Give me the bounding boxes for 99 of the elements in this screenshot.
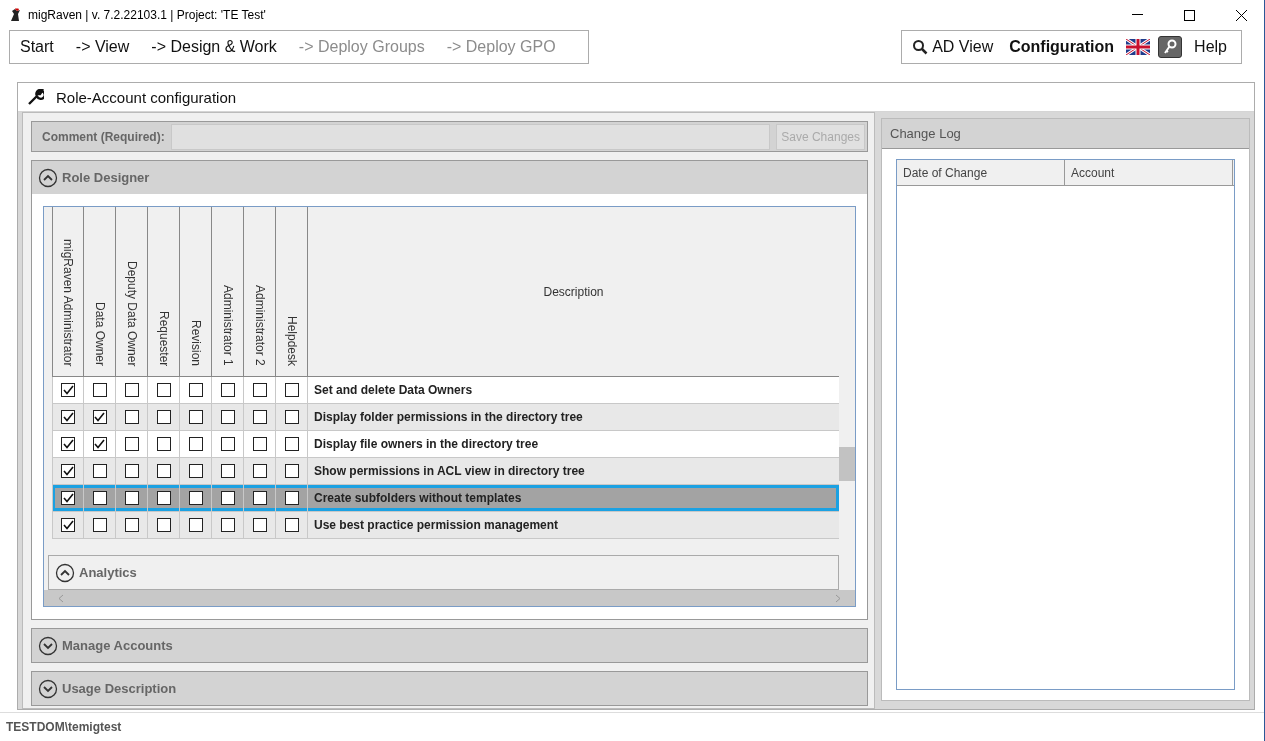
- checkbox[interactable]: [188, 491, 203, 505]
- section-header[interactable]: Manage Accounts: [32, 629, 867, 662]
- checkbox[interactable]: [124, 518, 139, 532]
- checkbox[interactable]: [92, 410, 107, 424]
- checkbox[interactable]: [284, 464, 299, 478]
- checkbox[interactable]: [220, 518, 235, 532]
- checkbox[interactable]: [252, 437, 267, 451]
- section-header[interactable]: Usage Description: [32, 672, 867, 705]
- chevron-icon: [38, 678, 58, 699]
- checkbox[interactable]: [188, 464, 203, 478]
- table-cell-text: Display folder permissions in the directory tree: [313, 409, 584, 426]
- checkbox[interactable]: [92, 464, 107, 478]
- checkbox[interactable]: [61, 383, 75, 397]
- table-cell-text: Create subfolders without templates: [313, 490, 523, 507]
- checkbox[interactable]: [284, 383, 299, 397]
- maximize-icon: [1183, 9, 1195, 21]
- checkbox[interactable]: [284, 491, 299, 505]
- checkbox[interactable]: [124, 410, 139, 424]
- table-cell-text: Set and delete Data Owners: [313, 382, 474, 399]
- checkbox[interactable]: [156, 518, 171, 532]
- chevron-icon: [38, 167, 58, 188]
- checkbox[interactable]: [220, 410, 235, 424]
- checkbox[interactable]: [252, 518, 267, 532]
- panel-title: Role-Account configuration: [56, 88, 237, 106]
- checkbox[interactable]: [124, 437, 139, 451]
- checkbox[interactable]: [220, 383, 235, 397]
- nav-link[interactable]: Start: [20, 38, 64, 56]
- column-header: Helpdesk: [284, 315, 299, 366]
- checkbox[interactable]: [252, 410, 267, 424]
- checkbox[interactable]: [61, 437, 75, 451]
- checkbox[interactable]: [61, 464, 75, 478]
- search-icon: [912, 39, 929, 55]
- checkbox[interactable]: [61, 518, 75, 532]
- key-icon: [1163, 39, 1178, 55]
- checkbox[interactable]: [284, 437, 299, 451]
- chevron-icon: [38, 635, 58, 656]
- table-row[interactable]: Use best practice permission management: [52, 512, 839, 539]
- column-header: Deputy Data Owner: [124, 260, 139, 366]
- wrench-icon: [28, 89, 44, 105]
- table-cell-text: Use best practice permission management: [313, 517, 560, 534]
- checkbox[interactable]: [284, 410, 299, 424]
- column-header: Requester: [156, 310, 171, 366]
- table-row[interactable]: Show permissions in ACL view in directory tree: [52, 458, 839, 485]
- checkbox[interactable]: [188, 410, 203, 424]
- checkbox[interactable]: [220, 464, 235, 478]
- column-header: Administrator 2: [252, 285, 267, 366]
- comment-label: Comment (Required):: [42, 129, 165, 144]
- comment-field[interactable]: [170, 123, 771, 150]
- nav-link[interactable]: -> Design & Work: [151, 38, 287, 56]
- checkbox[interactable]: [92, 437, 107, 451]
- table-cell-text: Show permissions in ACL view in directory tree: [313, 463, 586, 480]
- chevron-icon: [55, 562, 75, 583]
- checkbox[interactable]: [188, 518, 203, 532]
- column-header: Data Owner: [92, 301, 107, 366]
- checkbox[interactable]: [188, 437, 203, 451]
- key-button[interactable]: [1158, 36, 1183, 58]
- checkbox[interactable]: [124, 491, 139, 505]
- checkbox[interactable]: [61, 491, 75, 505]
- checkbox[interactable]: [92, 518, 107, 532]
- checkbox[interactable]: [220, 491, 235, 505]
- change-log-title: Change Log: [890, 126, 961, 141]
- checkbox[interactable]: [92, 491, 107, 505]
- table-row[interactable]: Display file owners in the directory tree: [52, 431, 839, 458]
- close-icon: [1235, 9, 1247, 21]
- checkbox[interactable]: [220, 437, 235, 451]
- raven-logo-icon: [8, 8, 22, 22]
- table-cell-text: Display file owners in the directory tree: [313, 436, 540, 453]
- checkbox[interactable]: [156, 437, 171, 451]
- checkbox[interactable]: [156, 410, 171, 424]
- minimize-icon: [1131, 14, 1143, 16]
- checkbox[interactable]: [284, 518, 299, 532]
- configuration-link[interactable]: Configuration: [1005, 38, 1119, 56]
- column-header: migRaven Administrator: [61, 238, 75, 366]
- checkbox[interactable]: [188, 383, 203, 397]
- section-header[interactable]: Role Designer: [32, 161, 867, 194]
- column-header: Account: [1065, 160, 1233, 185]
- checkbox[interactable]: [156, 383, 171, 397]
- checkbox[interactable]: [92, 383, 107, 397]
- column-header: Administrator 1: [220, 285, 235, 366]
- column-header: Description: [543, 284, 604, 299]
- checkbox[interactable]: [61, 410, 75, 424]
- checkbox[interactable]: [252, 491, 267, 505]
- table-row[interactable]: Create subfolders without templates: [52, 485, 839, 512]
- window-title: migRaven | v. 7.2.22103.1 | Project: 'TE Test': [28, 8, 267, 22]
- column-header: Date of Change: [897, 160, 1065, 185]
- checkbox[interactable]: [156, 491, 171, 505]
- table-row[interactable]: Display folder permissions in the directory tree: [52, 404, 839, 431]
- checkbox[interactable]: [252, 464, 267, 478]
- help-link[interactable]: Help: [1190, 38, 1231, 56]
- status-user: TESTDOM\temigtest: [6, 720, 122, 734]
- table-row[interactable]: Set and delete Data Owners: [52, 377, 839, 404]
- nav-link[interactable]: -> View: [75, 38, 140, 56]
- column-header: Revision: [188, 319, 203, 366]
- checkbox[interactable]: [124, 383, 139, 397]
- checkbox[interactable]: [252, 383, 267, 397]
- checkbox[interactable]: [156, 464, 171, 478]
- ad-view-link[interactable]: AD View: [908, 38, 998, 56]
- flag-icon[interactable]: [1126, 39, 1151, 55]
- checkbox[interactable]: [124, 464, 139, 478]
